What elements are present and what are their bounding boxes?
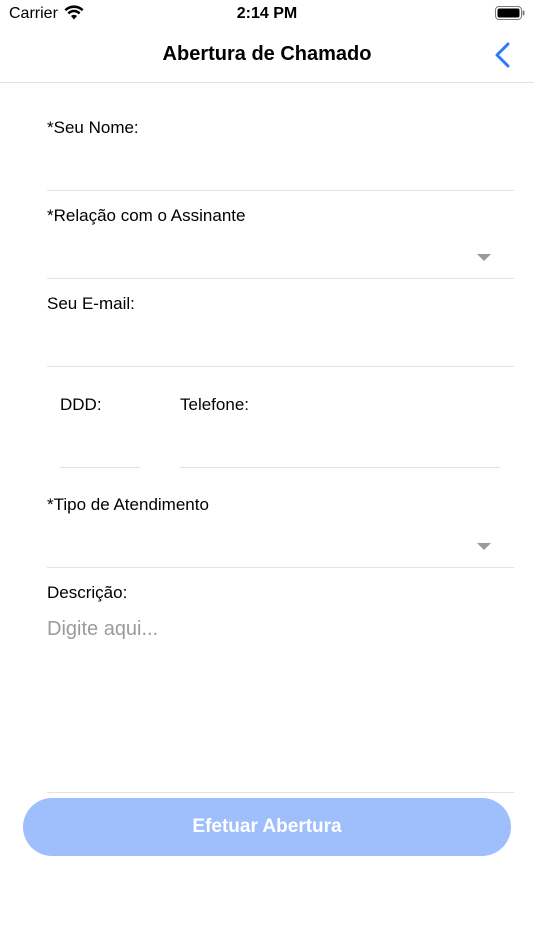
name-label: *Seu Nome: bbox=[47, 118, 139, 137]
chevron-down-icon[interactable] bbox=[477, 543, 491, 550]
status-bar: Carrier 2:14 PM bbox=[0, 0, 534, 28]
navigation-bar: Abertura de Chamado bbox=[0, 28, 534, 83]
service-type-label: *Tipo de Atendimento bbox=[47, 495, 209, 514]
description-label: Descrição: bbox=[47, 583, 128, 602]
submit-button-label: Efetuar Abertura bbox=[192, 816, 342, 837]
relation-label: *Relação com o Assinante bbox=[47, 206, 246, 225]
submit-button[interactable]: Efetuar Abertura bbox=[23, 798, 511, 856]
ddd-field bbox=[60, 420, 140, 468]
phone-label: Telefone: bbox=[180, 395, 249, 414]
description-textarea[interactable] bbox=[47, 618, 514, 790]
service-type-field[interactable]: *Tipo de Atendimento bbox=[47, 495, 514, 568]
status-time: 2:14 PM bbox=[236, 5, 298, 22]
page-title: Abertura de Chamado bbox=[162, 43, 372, 65]
back-chevron-icon[interactable] bbox=[490, 40, 516, 70]
chevron-down-icon[interactable] bbox=[477, 254, 491, 261]
description-divider bbox=[47, 792, 514, 793]
ddd-input[interactable] bbox=[60, 433, 140, 463]
email-label: Seu E-mail: bbox=[47, 294, 135, 313]
email-input[interactable] bbox=[47, 332, 514, 362]
battery-icon bbox=[495, 6, 525, 20]
name-input[interactable] bbox=[47, 156, 514, 186]
email-field: Seu E-mail: bbox=[47, 294, 514, 367]
name-field: *Seu Nome: bbox=[47, 118, 514, 191]
relation-field[interactable]: *Relação com o Assinante bbox=[47, 206, 514, 279]
phone-field bbox=[180, 420, 500, 468]
phone-input[interactable] bbox=[180, 433, 500, 463]
ddd-label: DDD: bbox=[60, 395, 102, 414]
